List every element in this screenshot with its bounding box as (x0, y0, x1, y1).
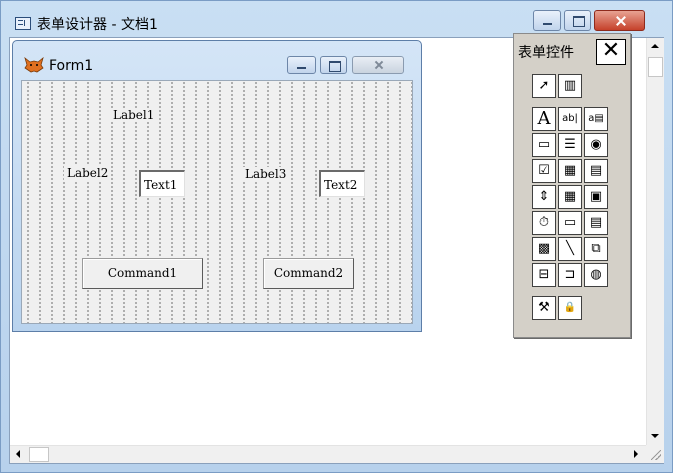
select-objects-icon[interactable]: ➚ (532, 74, 556, 98)
text-box-tool-icon[interactable]: ab| (558, 107, 582, 131)
edit-box-tool-icon[interactable]: a▤ (584, 107, 608, 131)
fox-icon (24, 57, 44, 73)
horizontal-scroll-thumb[interactable] (29, 447, 49, 462)
window-title: 表单设计器 - 文档1 (37, 17, 158, 33)
ole-container-tool-icon[interactable]: ▤ (584, 211, 608, 235)
scroll-up-arrow-icon[interactable] (647, 38, 664, 55)
image-tool-icon[interactable]: ▣ (584, 185, 608, 209)
toolbar-title: 表单控件 (518, 45, 574, 61)
scroll-right-arrow-icon[interactable] (628, 446, 645, 463)
form-controls-toolbar: 表单控件 ✕ ➚ ▥ A ab| a▤ ▭ ☰ ◉ ☑ ▦ ▤ ⇕ ▦ ▣ ⏱ … (513, 33, 631, 338)
list-box-tool-icon[interactable]: ▤ (584, 159, 608, 183)
resize-grip-icon[interactable] (646, 445, 664, 463)
form1-close-button[interactable] (352, 56, 404, 74)
command-group-tool-icon[interactable]: ☰ (558, 133, 582, 157)
maximize-button[interactable] (564, 10, 591, 31)
scroll-left-arrow-icon[interactable] (10, 446, 27, 463)
command2-button[interactable]: Command2 (263, 258, 354, 289)
form1-design-surface[interactable]: Label1 Label2 Text1 Label3 Text2 Command… (21, 80, 413, 324)
minimize-button[interactable] (533, 10, 561, 31)
check-box-tool-icon[interactable]: ☑ (532, 159, 556, 183)
form1-maximize-button[interactable] (320, 56, 347, 74)
hyperlink-tool-icon[interactable]: ◍ (584, 263, 608, 287)
form1-window[interactable]: Form1 Label1 Label2 Text1 Label3 Text2 C… (12, 40, 422, 332)
page-frame-tool-icon[interactable]: ▭ (558, 211, 582, 235)
container-tool-icon[interactable]: ⊟ (532, 263, 556, 287)
toolbar-close-button[interactable]: ✕ (596, 39, 626, 65)
text1-control[interactable]: Text1 (139, 170, 185, 197)
vertical-scroll-thumb[interactable] (648, 57, 663, 77)
grid-tool-icon[interactable]: ▦ (558, 185, 582, 209)
close-button[interactable] (594, 10, 645, 31)
combo-box-tool-icon[interactable]: ▦ (558, 159, 582, 183)
text2-control[interactable]: Text2 (319, 170, 365, 197)
shape-tool-icon[interactable]: ⧉ (584, 237, 608, 261)
horizontal-scrollbar[interactable] (10, 445, 646, 463)
scroll-down-arrow-icon[interactable] (647, 428, 664, 445)
label2-control[interactable]: Label2 (64, 166, 112, 180)
form-designer-icon (15, 17, 31, 30)
label-tool-icon[interactable]: A (532, 107, 556, 131)
command1-button[interactable]: Command1 (82, 258, 203, 289)
lock-icon[interactable]: 🔒 (558, 296, 582, 320)
form-designer-window: 表单设计器 - 文档1 Form1 Label1 Label2 Text1 La… (0, 0, 673, 473)
form1-minimize-button[interactable] (287, 56, 316, 74)
command-button-tool-icon[interactable]: ▭ (532, 133, 556, 157)
separator-tool-icon[interactable]: ⊐ (558, 263, 582, 287)
line-tool-icon[interactable]: ╲ (558, 237, 582, 261)
label3-control[interactable]: Label3 (242, 167, 290, 181)
view-classes-icon[interactable]: ▥ (558, 74, 582, 98)
vertical-scrollbar[interactable] (646, 38, 664, 445)
timer-tool-icon[interactable]: ⏱ (532, 211, 556, 235)
builder-lock-icon[interactable]: ⚒ (532, 296, 556, 320)
option-group-tool-icon[interactable]: ◉ (584, 133, 608, 157)
form1-title: Form1 (49, 58, 94, 74)
spinner-tool-icon[interactable]: ⇕ (532, 185, 556, 209)
label1-control[interactable]: Label1 (110, 108, 158, 122)
ole-bound-tool-icon[interactable]: ▩ (532, 237, 556, 261)
